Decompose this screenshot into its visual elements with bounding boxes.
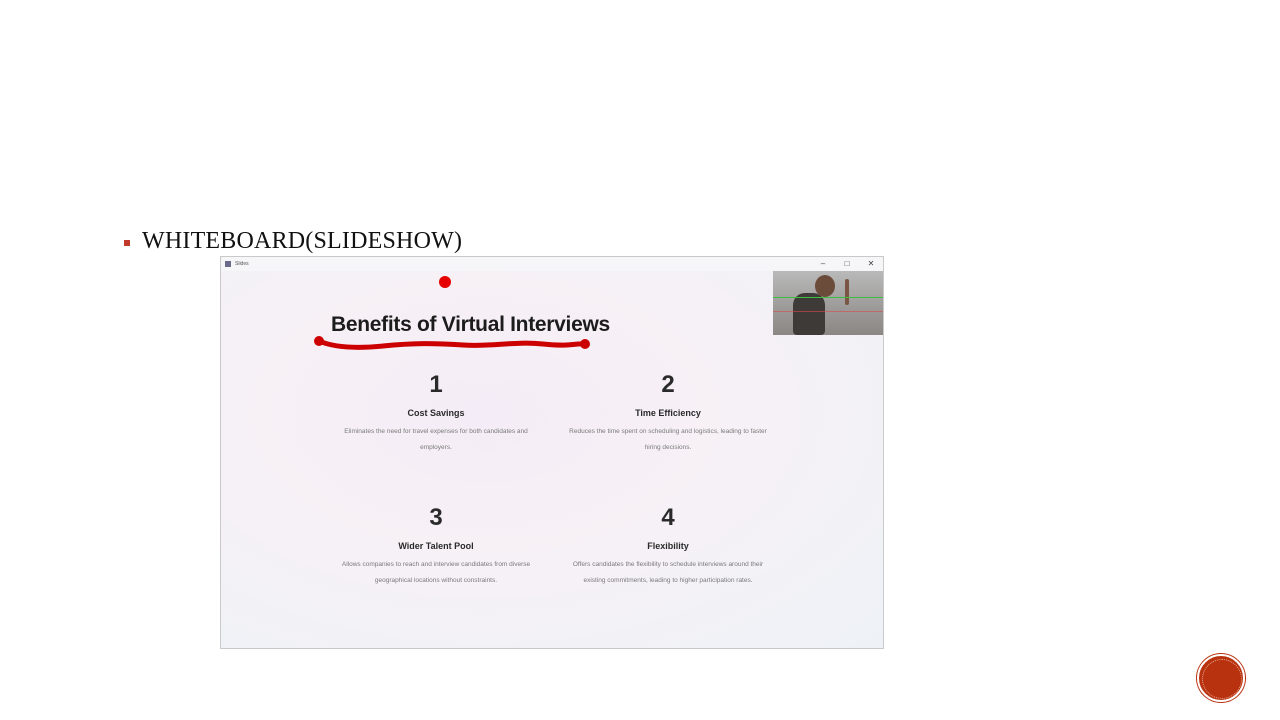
- benefit-description: Allows companies to reach and interview …: [341, 561, 531, 584]
- presentation-title: Benefits of Virtual Interviews: [331, 313, 610, 336]
- benefit-description: Eliminates the need for travel expenses …: [344, 428, 528, 451]
- benefit-number: 4: [661, 504, 675, 531]
- benefit-card-4: 4 Flexibility Offers candidates the flex…: [563, 504, 773, 589]
- window-title: Slides: [235, 261, 249, 267]
- webcam-person-body: [793, 293, 825, 335]
- embedded-app-window: Slides – □ ✕ Benefits of Virtual Intervi…: [220, 256, 884, 649]
- benefit-heading: Cost Savings: [407, 408, 465, 418]
- webcam-person-arm: [845, 279, 849, 305]
- slide-bullet: WHITEBOARD(SLIDESHOW): [124, 228, 462, 255]
- window-title-bar[interactable]: Slides – □ ✕: [221, 257, 883, 271]
- minimize-button[interactable]: –: [811, 257, 835, 271]
- slide-bullet-text: WHITEBOARD(SLIDESHOW): [142, 228, 463, 254]
- benefit-number: 2: [661, 371, 675, 398]
- webcam-tracking-line: [773, 297, 883, 298]
- ink-underline-annotation: [314, 336, 590, 350]
- benefit-description: Reduces the time spent on scheduling and…: [569, 428, 767, 451]
- webcam-person-head: [815, 275, 835, 297]
- benefit-card-2: 2 Time Efficiency Reduces the time spent…: [563, 371, 773, 456]
- nav-circle-icon[interactable]: [1197, 654, 1245, 702]
- benefit-heading: Wider Talent Pool: [398, 541, 474, 551]
- window-controls: – □ ✕: [811, 257, 883, 271]
- benefit-card-1: 1 Cost Savings Eliminates the need for t…: [331, 371, 541, 456]
- benefit-heading: Flexibility: [647, 541, 689, 551]
- webcam-tracking-line-secondary: [773, 311, 883, 312]
- bullet-marker-icon: [124, 239, 130, 246]
- laser-pointer-icon: [439, 276, 451, 288]
- benefit-card-3: 3 Wider Talent Pool Allows companies to …: [331, 504, 541, 589]
- maximize-button[interactable]: □: [835, 257, 859, 271]
- close-button[interactable]: ✕: [859, 257, 883, 271]
- benefit-number: 1: [429, 371, 443, 398]
- app-icon: [225, 261, 231, 267]
- benefit-number: 3: [429, 504, 443, 531]
- benefit-heading: Time Efficiency: [635, 408, 701, 418]
- webcam-preview: [773, 271, 883, 335]
- benefit-description: Offers candidates the flexibility to sch…: [572, 561, 764, 584]
